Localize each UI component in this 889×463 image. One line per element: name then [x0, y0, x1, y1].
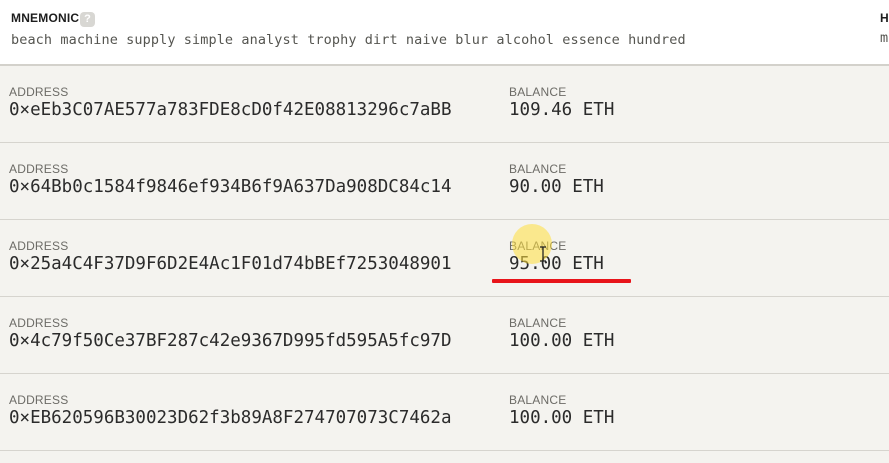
balance-value: 100.00 ETH	[509, 408, 615, 428]
address-value[interactable]: 0×EB620596B30023D62f3b89A8F274707073C746…	[9, 408, 452, 428]
address-label: ADDRESS	[9, 239, 69, 253]
balance-label: BALANCE	[509, 85, 567, 99]
address-value[interactable]: 0×64Bb0c1584f9846ef934B6f9A637Da908DC84c…	[9, 177, 452, 197]
address-label: ADDRESS	[9, 316, 69, 330]
balance-label: BALANCE	[509, 316, 567, 330]
mnemonic-phrase: beach machine supply simple analyst trop…	[11, 32, 686, 48]
address-label: ADDRESS	[9, 162, 69, 176]
balance-value: 109.46 ETH	[509, 100, 615, 120]
account-row[interactable]: ADDRESS 0×eEb3C07AE577a783FDE8cD0f42E088…	[0, 66, 889, 143]
accounts-list: ADDRESS 0×eEb3C07AE577a783FDE8cD0f42E088…	[0, 66, 889, 451]
address-value[interactable]: 0×4c79f50Ce37BF287c42e9367D995fd595A5fc9…	[9, 331, 452, 351]
mnemonic-header: MNEMONIC ? beach machine supply simple a…	[0, 0, 889, 66]
hd-path-title: H	[880, 11, 889, 25]
balance-label: BALANCE	[509, 162, 567, 176]
mnemonic-title: MNEMONIC	[11, 11, 80, 25]
account-row[interactable]: ADDRESS 0×64Bb0c1584f9846ef934B6f9A637Da…	[0, 143, 889, 220]
help-icon[interactable]: ?	[80, 12, 95, 27]
account-row[interactable]: ADDRESS 0×25a4C4F37D9F6D2E4Ac1F01d74bBEf…	[0, 220, 889, 297]
address-value[interactable]: 0×25a4C4F37D9F6D2E4Ac1F01d74bBEf72530489…	[9, 254, 452, 274]
address-label: ADDRESS	[9, 393, 69, 407]
address-value[interactable]: 0×eEb3C07AE577a783FDE8cD0f42E08813296c7a…	[9, 100, 452, 120]
balance-label: BALANCE	[509, 393, 567, 407]
text-cursor-icon	[540, 246, 546, 262]
account-row[interactable]: ADDRESS 0×EB620596B30023D62f3b89A8F27470…	[0, 374, 889, 451]
address-label: ADDRESS	[9, 85, 69, 99]
account-row[interactable]: ADDRESS 0×4c79f50Ce37BF287c42e9367D995fd…	[0, 297, 889, 374]
balance-value: 90.00 ETH	[509, 177, 604, 197]
hd-path-value: m	[880, 30, 889, 46]
annotation-underline	[492, 279, 631, 283]
balance-value: 100.00 ETH	[509, 331, 615, 351]
